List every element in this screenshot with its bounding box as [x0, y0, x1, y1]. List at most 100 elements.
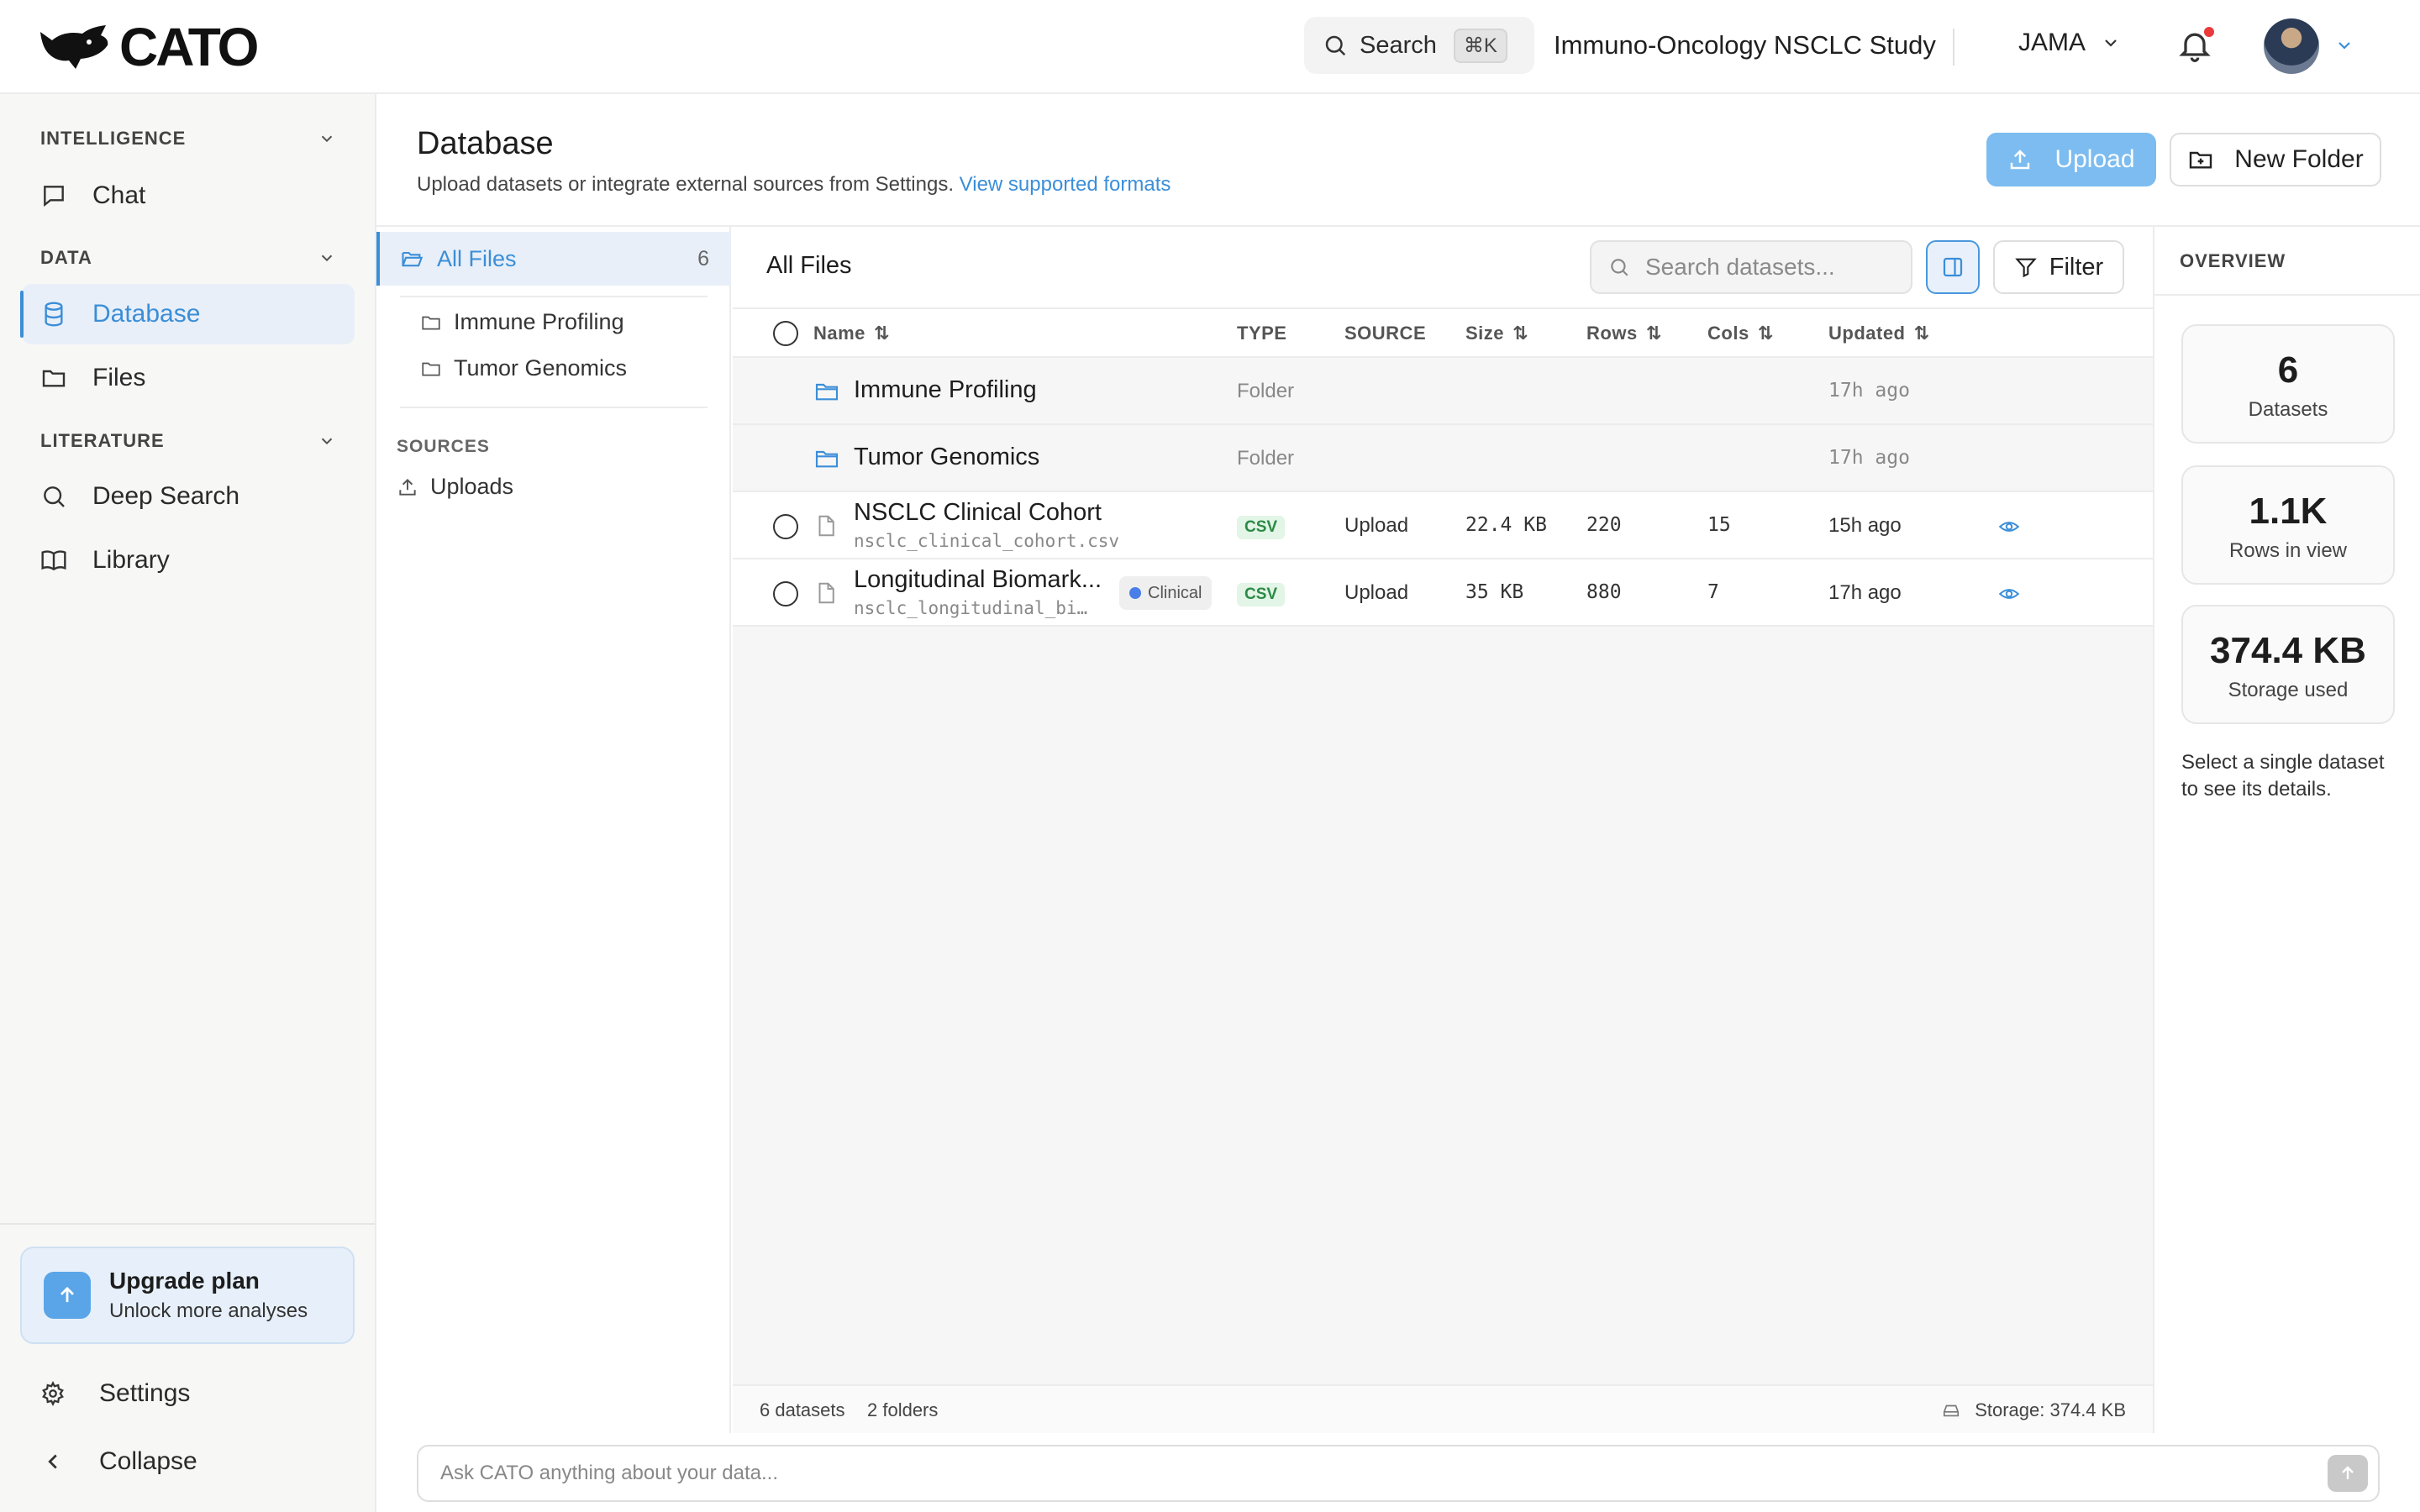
row-name: Immune Profiling	[854, 376, 1037, 403]
avatar[interactable]	[2264, 18, 2319, 74]
stat-card-datasets: 6 Datasets	[2181, 324, 2395, 444]
tree-item-label: Uploads	[430, 474, 514, 499]
settings-button[interactable]: Settings	[40, 1379, 190, 1408]
sort-icon: ⇅	[873, 323, 890, 344]
folder-count: 2 folders	[867, 1399, 939, 1420]
sidebar-item-label: Library	[92, 546, 170, 574]
table-row[interactable]: Tumor Genomics Folder 17h ago	[733, 425, 2153, 492]
dataset-search-input[interactable]: Search datasets...	[1590, 240, 1912, 294]
divider	[0, 1223, 375, 1225]
toggle-panel-button[interactable]	[1926, 240, 1980, 294]
row-updated: 17h ago	[1828, 447, 1910, 469]
tree-item-all-files[interactable]: All Files 6	[376, 232, 731, 286]
chevron-down-icon	[321, 438, 333, 445]
overview-hint: Select a single dataset to see its detai…	[2181, 751, 2385, 801]
page-subtitle-text: Upload datasets or integrate external so…	[417, 173, 954, 196]
row-name: Tumor Genomics	[854, 444, 1040, 470]
storage-total: Storage: 374.4 KB	[1975, 1399, 2126, 1420]
database-icon	[45, 302, 63, 327]
column-updated[interactable]: Updated ⇅	[1828, 323, 1929, 344]
section-data[interactable]: DATA	[40, 247, 336, 269]
sidebar-item-label: Chat	[92, 181, 146, 209]
sidebar-item-label: Database	[92, 300, 201, 328]
table-row[interactable]: Longitudinal Biomark... nsclc_longitudin…	[733, 559, 2153, 627]
workspace-selector[interactable]: JAMA	[2018, 29, 2121, 57]
category-tag: Clinical	[1119, 576, 1213, 610]
stat-label: Storage used	[2228, 679, 2349, 701]
sidebar-item-label: Files	[92, 364, 146, 391]
notification-dot	[2202, 25, 2216, 39]
folder-icon	[422, 316, 440, 329]
app-logo[interactable]: CATO	[39, 20, 259, 74]
select-all-checkbox[interactable]	[773, 321, 798, 346]
type-badge: CSV	[1237, 516, 1286, 539]
row-checkbox[interactable]	[773, 514, 798, 539]
global-search-button[interactable]: Search ⌘K	[1304, 17, 1534, 74]
sidebar-item-files[interactable]: Files	[22, 348, 355, 408]
storage-icon	[1943, 1404, 1960, 1417]
stat-label: Rows in view	[2228, 539, 2348, 562]
sources-heading: SOURCES	[397, 437, 490, 456]
upgrade-plan-button[interactable]: Upgrade plan Unlock more analyses	[20, 1247, 355, 1344]
sidebar-item-chat[interactable]: Chat	[22, 165, 355, 226]
column-source: SOURCE	[1344, 323, 1426, 344]
dataset-search-placeholder: Search datasets...	[1645, 254, 1835, 280]
sidebar-item-deep-search[interactable]: Deep Search	[22, 466, 355, 527]
tree-item-uploads[interactable]: Uploads	[397, 474, 513, 500]
eye-icon[interactable]	[1996, 583, 2022, 605]
row-type: Folder	[1237, 380, 1295, 402]
column-size[interactable]: Size ⇅	[1465, 323, 1528, 344]
sort-icon: ⇅	[1512, 323, 1528, 344]
row-rows: 220	[1586, 514, 1622, 536]
upload-button[interactable]: Upload	[1986, 133, 2156, 186]
view-formats-link[interactable]: View supported formats	[960, 173, 1171, 196]
row-filename: nsclc_clinical_cohort.csv	[854, 531, 1120, 551]
chevron-down-icon	[321, 135, 333, 143]
chat-input[interactable]: Ask CATO anything about your data...	[417, 1445, 2380, 1502]
all-files-count: 6	[697, 246, 709, 270]
collapse-button[interactable]: Collapse	[40, 1447, 197, 1476]
new-folder-button[interactable]: New Folder	[2170, 133, 2381, 186]
filter-button[interactable]: Filter	[1993, 240, 2124, 294]
tree-item-immune-profiling[interactable]: Immune Profiling	[420, 309, 624, 335]
row-updated: 17h ago	[1828, 380, 1910, 402]
sidebar-item-library[interactable]: Library	[22, 530, 355, 591]
table-row[interactable]: Immune Profiling Folder 17h ago	[733, 358, 2153, 425]
section-intelligence[interactable]: INTELLIGENCE	[40, 128, 336, 150]
chevron-down-icon[interactable]	[2334, 35, 2354, 55]
folder-icon	[815, 450, 839, 468]
upload-icon	[2011, 150, 2030, 170]
gear-icon	[42, 1381, 64, 1406]
page-subtitle: Upload datasets or integrate external so…	[417, 173, 1171, 197]
row-filename: nsclc_longitudinal_bi…	[854, 598, 1088, 618]
send-button[interactable]	[2328, 1455, 2368, 1492]
folder-icon	[815, 383, 839, 401]
upload-icon	[399, 478, 416, 496]
sidebar-item-database[interactable]: Database	[20, 284, 355, 344]
stat-card-rows: 1.1K Rows in view	[2181, 465, 2395, 585]
column-label: Size	[1465, 323, 1505, 344]
section-label: DATA	[40, 247, 92, 268]
row-checkbox[interactable]	[773, 581, 798, 606]
row-updated: 15h ago	[1828, 514, 1902, 537]
eye-icon[interactable]	[1996, 516, 2022, 538]
workspace-name: JAMA	[2018, 29, 2086, 56]
upload-label: Upload	[2054, 145, 2135, 173]
tree-item-label: Immune Profiling	[454, 309, 624, 334]
column-cols[interactable]: Cols ⇅	[1707, 323, 1774, 344]
sidebar: INTELLIGENCE Chat DATA Database Files LI…	[0, 94, 376, 1512]
column-label: Name	[813, 323, 865, 344]
row-updated: 17h ago	[1828, 581, 1902, 604]
row-source: Upload	[1344, 581, 1409, 604]
stat-value: 6	[2277, 349, 2299, 391]
column-name[interactable]: Name ⇅	[813, 323, 890, 344]
tree-item-tumor-genomics[interactable]: Tumor Genomics	[420, 355, 627, 381]
section-literature[interactable]: LITERATURE	[40, 430, 336, 452]
study-name[interactable]: Immuno-Oncology NSCLC Study	[1554, 30, 1936, 60]
search-icon	[1325, 35, 1346, 56]
row-size: 22.4 KB	[1465, 514, 1547, 536]
column-rows[interactable]: Rows ⇅	[1586, 323, 1662, 344]
table-row[interactable]: NSCLC Clinical Cohort nsclc_clinical_coh…	[733, 492, 2153, 559]
row-name: Longitudinal Biomark...	[854, 566, 1102, 593]
top-bar: CATO Search ⌘K Immuno-Oncology NSCLC Stu…	[0, 0, 2420, 94]
